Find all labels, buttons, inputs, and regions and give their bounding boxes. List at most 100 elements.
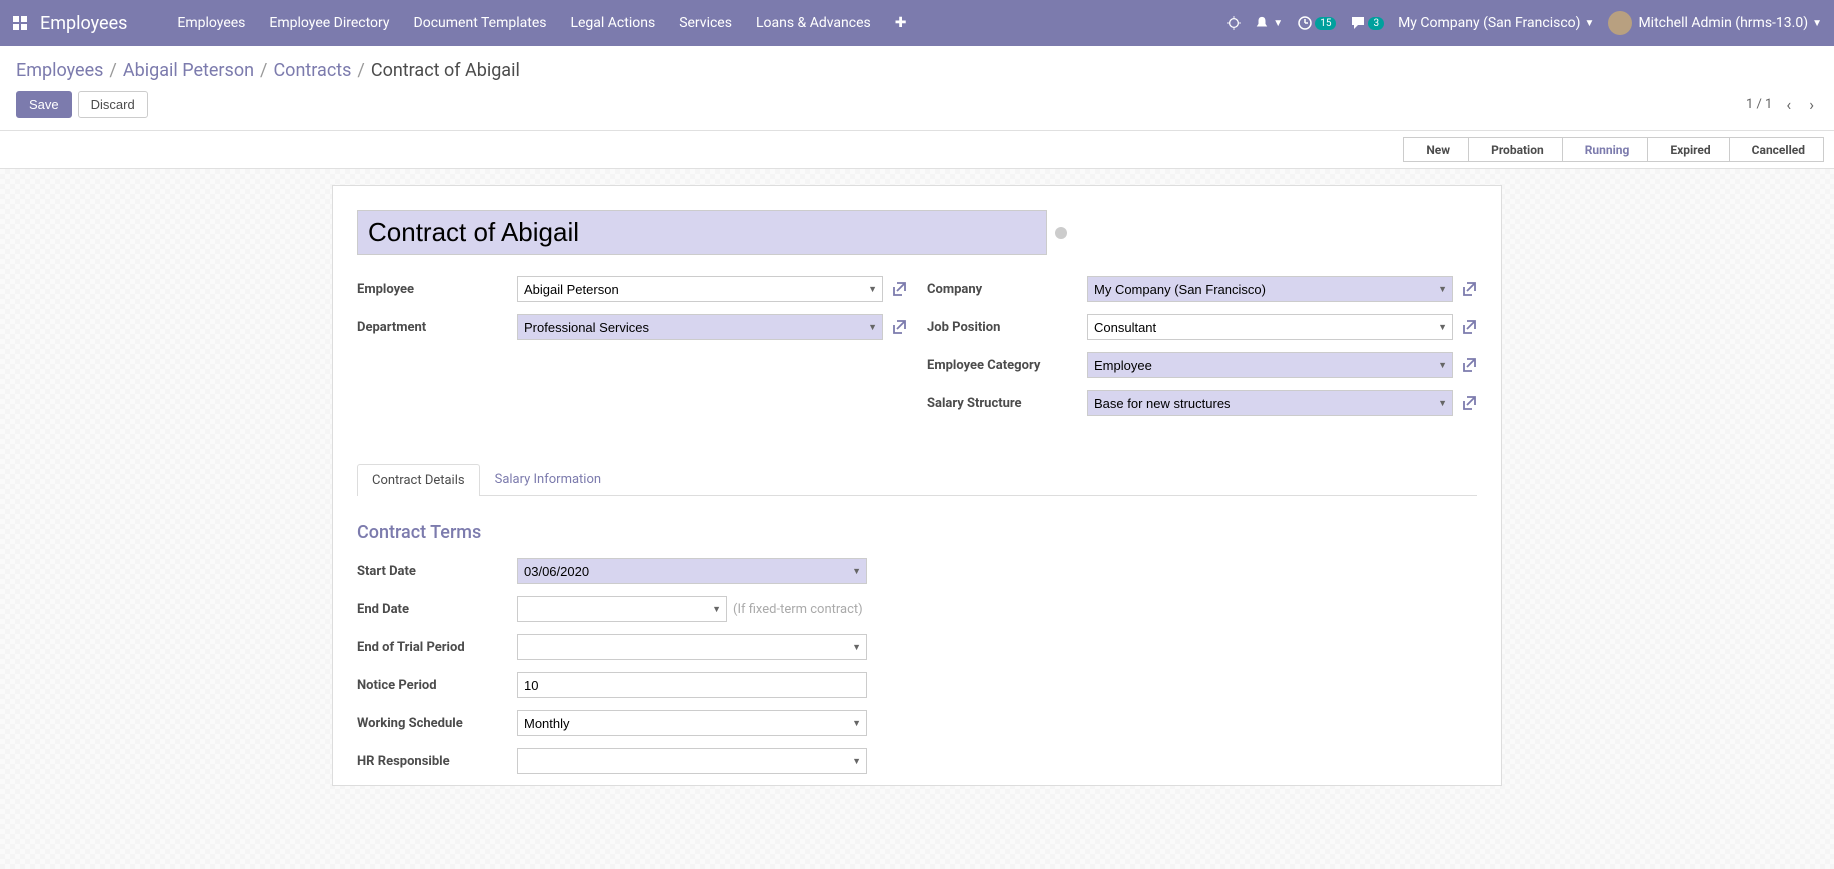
clock-badge: 15: [1315, 17, 1336, 30]
notice-input[interactable]: [517, 672, 867, 698]
salary-structure-input[interactable]: [1087, 390, 1453, 416]
salary-structure-label: Salary Structure: [927, 396, 1087, 411]
navbar-right: ▼ 15 3 My Company (San Francisco) ▼ Mitc…: [1227, 11, 1822, 35]
title-row: [357, 210, 1477, 255]
app-brand[interactable]: Employees: [40, 13, 127, 34]
breadcrumb-sep: /: [357, 60, 364, 81]
field-category: Employee Category ▼: [927, 351, 1477, 379]
pager-prev[interactable]: ‹: [1782, 95, 1795, 114]
nav-legal-actions[interactable]: Legal Actions: [560, 9, 665, 37]
breadcrumb-abigail[interactable]: Abigail Peterson: [123, 60, 254, 81]
chevron-down-icon: ▼: [1812, 18, 1822, 29]
status-running[interactable]: Running: [1563, 137, 1649, 162]
nav-employees[interactable]: Employees: [167, 9, 255, 37]
form-left-col: Employee ▼ Department ▼: [357, 275, 907, 427]
statusbar: New Probation Running Expired Cancelled: [1403, 137, 1824, 162]
contract-name-input[interactable]: [357, 210, 1047, 255]
pager-text: 1 / 1: [1746, 97, 1772, 112]
company-label: Company: [927, 282, 1087, 297]
company-input[interactable]: [1087, 276, 1453, 302]
external-link-icon[interactable]: [1461, 395, 1477, 411]
external-link-icon[interactable]: [891, 319, 907, 335]
breadcrumb-current: Contract of Abigail: [371, 60, 520, 81]
breadcrumb-sep: /: [109, 60, 116, 81]
save-button[interactable]: Save: [16, 91, 72, 118]
nav-add[interactable]: ✚: [885, 9, 917, 37]
notification-bell-icon[interactable]: ▼: [1255, 16, 1283, 30]
form-columns: Employee ▼ Department ▼: [357, 275, 1477, 427]
category-label: Employee Category: [927, 358, 1087, 373]
tab-contract-details[interactable]: Contract Details: [357, 464, 480, 496]
external-link-icon[interactable]: [1461, 281, 1477, 297]
status-probation[interactable]: Probation: [1469, 137, 1563, 162]
pager: 1 / 1 ‹ ›: [1746, 95, 1818, 114]
nav-services[interactable]: Services: [669, 9, 742, 37]
job-label: Job Position: [927, 320, 1087, 335]
form-right-col: Company ▼ Job Position ▼: [927, 275, 1477, 427]
chat-icon[interactable]: 3: [1350, 15, 1384, 31]
hr-label: HR Responsible: [357, 754, 517, 769]
department-input[interactable]: [517, 314, 883, 340]
field-salary-structure: Salary Structure ▼: [927, 389, 1477, 417]
employee-label: Employee: [357, 282, 517, 297]
statusbar-wrap: New Probation Running Expired Cancelled: [0, 130, 1834, 169]
tab-salary-information[interactable]: Salary Information: [480, 463, 616, 495]
trial-input[interactable]: [517, 634, 867, 660]
main-menu: Employees Employee Directory Document Te…: [167, 9, 916, 37]
breadcrumb-employees[interactable]: Employees: [16, 60, 103, 81]
field-employee: Employee ▼: [357, 275, 907, 303]
company-switcher[interactable]: My Company (San Francisco) ▼: [1398, 15, 1594, 31]
user-menu[interactable]: Mitchell Admin (hrms-13.0) ▼: [1608, 11, 1822, 35]
company-name: My Company (San Francisco): [1398, 15, 1580, 31]
nav-loans-advances[interactable]: Loans & Advances: [746, 9, 881, 37]
hr-input[interactable]: [517, 748, 867, 774]
breadcrumb: Employees / Abigail Peterson / Contracts…: [16, 60, 1818, 81]
clock-icon[interactable]: 15: [1297, 15, 1336, 31]
schedule-input[interactable]: [517, 710, 867, 736]
nav-employee-directory[interactable]: Employee Directory: [259, 9, 399, 37]
top-navbar: Employees Employees Employee Directory D…: [0, 0, 1834, 46]
field-job: Job Position ▼: [927, 313, 1477, 341]
external-link-icon[interactable]: [1461, 319, 1477, 335]
contract-terms-section: Contract Terms Start Date ▼ End Date ▼ (…: [357, 522, 917, 775]
trial-label: End of Trial Period: [357, 640, 517, 655]
kanban-state-toggle[interactable]: [1055, 227, 1067, 239]
avatar: [1608, 11, 1632, 35]
end-date-hint: (If fixed-term contract): [733, 602, 863, 617]
end-date-input[interactable]: [517, 596, 727, 622]
external-link-icon[interactable]: [891, 281, 907, 297]
department-label: Department: [357, 320, 517, 335]
discard-button[interactable]: Discard: [78, 91, 148, 118]
chat-badge: 3: [1368, 17, 1384, 30]
action-bar: Save Discard 1 / 1 ‹ ›: [0, 81, 1834, 130]
start-date-input[interactable]: [517, 558, 867, 584]
chevron-down-icon: ▼: [1273, 18, 1283, 29]
status-expired[interactable]: Expired: [1648, 137, 1729, 162]
field-company: Company ▼: [927, 275, 1477, 303]
tabs: Contract Details Salary Information: [357, 463, 1477, 496]
section-title: Contract Terms: [357, 522, 917, 543]
start-date-label: Start Date: [357, 564, 517, 579]
breadcrumb-contracts[interactable]: Contracts: [273, 60, 351, 81]
bug-icon[interactable]: [1227, 16, 1241, 30]
schedule-label: Working Schedule: [357, 716, 517, 731]
field-notice: Notice Period: [357, 671, 917, 699]
category-input[interactable]: [1087, 352, 1453, 378]
chevron-down-icon: ▼: [1585, 18, 1595, 29]
field-department: Department ▼: [357, 313, 907, 341]
job-input[interactable]: [1087, 314, 1453, 340]
nav-document-templates[interactable]: Document Templates: [404, 9, 557, 37]
end-date-label: End Date: [357, 602, 517, 617]
field-start-date: Start Date ▼: [357, 557, 917, 585]
pager-next[interactable]: ›: [1805, 95, 1818, 114]
notice-label: Notice Period: [357, 678, 517, 693]
external-link-icon[interactable]: [1461, 357, 1477, 373]
status-new[interactable]: New: [1403, 137, 1469, 162]
status-cancelled[interactable]: Cancelled: [1730, 137, 1824, 162]
breadcrumb-row: Employees / Abigail Peterson / Contracts…: [0, 46, 1834, 81]
user-name: Mitchell Admin (hrms-13.0): [1638, 15, 1808, 31]
apps-icon[interactable]: [12, 15, 28, 31]
employee-input[interactable]: [517, 276, 883, 302]
field-schedule: Working Schedule ▼: [357, 709, 917, 737]
field-end-date: End Date ▼ (If fixed-term contract): [357, 595, 917, 623]
